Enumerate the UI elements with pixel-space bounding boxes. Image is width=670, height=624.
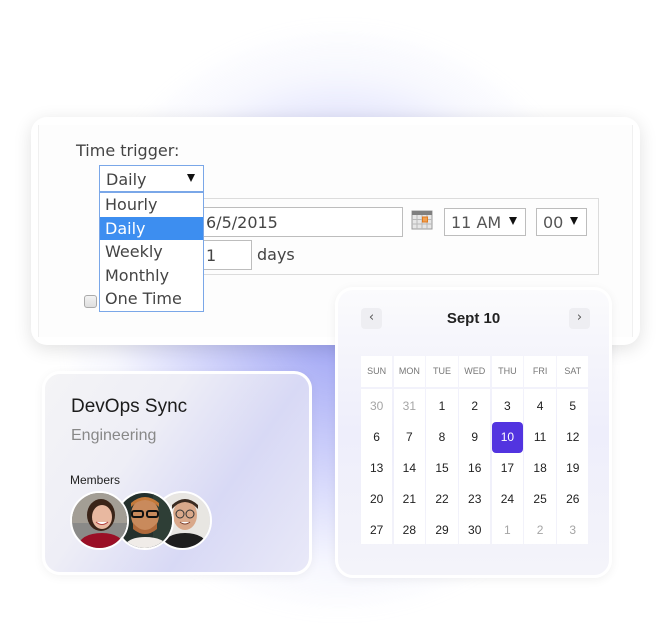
members-label: Members (70, 473, 121, 487)
option-one-time[interactable]: One Time (100, 287, 203, 311)
calendar-day[interactable]: 11 (524, 422, 555, 453)
dropdown-arrow-icon (509, 217, 517, 225)
hour-select[interactable]: 11 AM (444, 208, 526, 236)
calendar-day[interactable]: 1 (492, 515, 523, 546)
calendar-day[interactable]: 26 (557, 484, 588, 515)
weekday-label: TUE (426, 356, 458, 387)
option-checkbox[interactable] (84, 295, 97, 308)
calendar-day[interactable]: 3 (557, 515, 588, 546)
calendar-day[interactable]: 20 (361, 484, 392, 515)
calendar-day[interactable]: 5 (557, 391, 588, 422)
calendar-icon[interactable] (411, 210, 433, 230)
weekday-label: SAT (557, 356, 589, 387)
weekday-label: FRI (524, 356, 556, 387)
chevron-right-icon: › (576, 310, 583, 325)
calendar-day[interactable]: 12 (557, 422, 588, 453)
calendar-day[interactable]: 31 (394, 391, 425, 422)
weekday-label: WED (459, 356, 491, 387)
calendar-day[interactable]: 28 (394, 515, 425, 546)
calendar-day[interactable]: 16 (459, 453, 490, 484)
calendar-day[interactable]: 14 (394, 453, 425, 484)
calendar-day[interactable]: 19 (557, 453, 588, 484)
next-month-button[interactable]: › (569, 308, 590, 329)
calendar-day[interactable]: 30 (459, 515, 490, 546)
calendar-day[interactable]: 6 (361, 422, 392, 453)
calendar-day[interactable]: 13 (361, 453, 392, 484)
calendar-day[interactable]: 24 (492, 484, 523, 515)
weekday-label: SUN (361, 356, 393, 387)
calendar-day[interactable]: 2 (459, 391, 490, 422)
calendar-day[interactable]: 25 (524, 484, 555, 515)
calendar-widget: ‹ Sept 10 › SUN MON TUE WED THU FRI SAT … (335, 287, 612, 578)
calendar-day[interactable]: 30 (361, 391, 392, 422)
team-title: DevOps Sync (71, 396, 188, 417)
minute-select-value: 00 (543, 213, 564, 232)
dropdown-arrow-icon (570, 217, 578, 225)
team-card[interactable]: DevOps Sync Engineering Members (42, 371, 312, 575)
trigger-type-options: Hourly Daily Weekly Monthly One Time (99, 192, 204, 312)
dropdown-arrow-icon (187, 174, 195, 182)
option-daily[interactable]: Daily (100, 216, 203, 241)
calendar-day[interactable]: 21 (394, 484, 425, 515)
trigger-type-value: Daily (106, 170, 147, 189)
calendar-day[interactable]: 1 (426, 391, 457, 422)
calendar-day[interactable]: 15 (426, 453, 457, 484)
trigger-type-select[interactable]: Daily (99, 165, 204, 192)
calendar-day[interactable]: 23 (459, 484, 490, 515)
calendar-day[interactable]: 17 (492, 453, 523, 484)
calendar-day[interactable]: 7 (394, 422, 425, 453)
team-subtitle: Engineering (71, 427, 157, 444)
day-grid: 30 31 1 2 3 4 5 6 7 8 9 10 11 12 13 14 15 16 17 18 19 20 21 22 2… (361, 391, 592, 546)
calendar-day[interactable]: 22 (426, 484, 457, 515)
option-monthly[interactable]: Monthly (100, 264, 203, 288)
hour-select-value: 11 AM (451, 213, 502, 232)
recur-unit-label: days (257, 245, 295, 264)
weekday-header: SUN MON TUE WED THU FRI SAT (361, 356, 592, 389)
time-trigger-label: Time trigger: (76, 141, 180, 160)
calendar-day[interactable]: 9 (459, 422, 490, 453)
calendar-day[interactable]: 18 (524, 453, 555, 484)
calendar-day[interactable]: 27 (361, 515, 392, 546)
weekday-label: THU (491, 356, 524, 387)
calendar-day[interactable]: 4 (524, 391, 555, 422)
calendar-day[interactable]: 8 (426, 422, 457, 453)
minute-select[interactable]: 00 (536, 208, 587, 236)
option-weekly[interactable]: Weekly (100, 240, 203, 264)
calendar-day[interactable]: 2 (524, 515, 555, 546)
calendar-day-selected[interactable]: 10 (491, 422, 524, 453)
calendar-day[interactable]: 3 (492, 391, 523, 422)
weekday-label: MON (393, 356, 425, 387)
option-hourly[interactable]: Hourly (100, 193, 203, 217)
calendar-day[interactable]: 29 (426, 515, 457, 546)
start-date-input[interactable]: 6/5/2015 (190, 207, 403, 237)
avatar[interactable] (70, 491, 129, 550)
